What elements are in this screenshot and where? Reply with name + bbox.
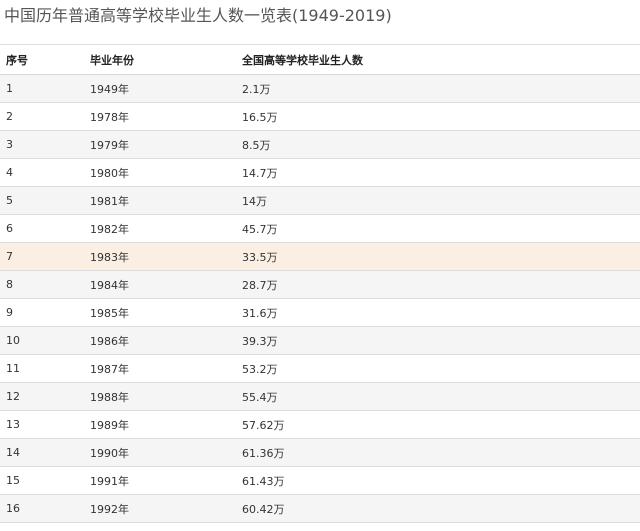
table-row: 15 1991年 61.43万 (0, 467, 640, 495)
cell-year: 1989年 (90, 418, 129, 432)
cell-count: 57.62万 (242, 418, 285, 432)
header-seq: 序号 (6, 53, 28, 67)
cell-year: 1983年 (90, 250, 129, 264)
cell-year: 1984年 (90, 278, 129, 292)
table-row: 2 1978年 16.5万 (0, 103, 640, 131)
table-row: 4 1980年 14.7万 (0, 159, 640, 187)
cell-count: 61.43万 (242, 474, 285, 488)
cell-seq: 3 (6, 138, 13, 151)
cell-year: 1988年 (90, 390, 129, 404)
page-title: 中国历年普通高等学校毕业生人数一览表(1949-2019) (4, 6, 392, 25)
cell-year: 1980年 (90, 166, 129, 180)
cell-seq: 15 (6, 474, 20, 487)
cell-count: 8.5万 (242, 138, 271, 152)
cell-seq: 11 (6, 362, 20, 375)
cell-count: 60.42万 (242, 502, 285, 516)
cell-count: 33.5万 (242, 250, 278, 264)
cell-year: 1992年 (90, 502, 129, 516)
cell-year: 1982年 (90, 222, 129, 236)
table-row: 10 1986年 39.3万 (0, 327, 640, 355)
graduates-table: 序号 毕业年份 全国高等学校毕业生人数 1 1949年 2.1万 2 1978年… (0, 44, 640, 523)
cell-year: 1985年 (90, 306, 129, 320)
cell-seq: 7 (6, 250, 13, 263)
cell-seq: 5 (6, 194, 13, 207)
table-row: 14 1990年 61.36万 (0, 439, 640, 467)
table-row: 1 1949年 2.1万 (0, 75, 640, 103)
table-row-highlighted: 7 1983年 33.5万 (0, 243, 640, 271)
cell-count: 61.36万 (242, 446, 285, 460)
table-row: 16 1992年 60.42万 (0, 495, 640, 523)
cell-seq: 2 (6, 110, 13, 123)
cell-count: 28.7万 (242, 278, 278, 292)
header-count: 全国高等学校毕业生人数 (242, 53, 363, 67)
cell-year: 1949年 (90, 82, 129, 96)
cell-count: 31.6万 (242, 306, 278, 320)
header-year: 毕业年份 (90, 53, 134, 67)
cell-seq: 12 (6, 390, 20, 403)
table-row: 11 1987年 53.2万 (0, 355, 640, 383)
cell-year: 1991年 (90, 474, 129, 488)
table-row: 13 1989年 57.62万 (0, 411, 640, 439)
cell-seq: 4 (6, 166, 13, 179)
table-row: 3 1979年 8.5万 (0, 131, 640, 159)
cell-year: 1986年 (90, 334, 129, 348)
cell-seq: 16 (6, 502, 20, 515)
cell-year: 1979年 (90, 138, 129, 152)
cell-seq: 10 (6, 334, 20, 347)
cell-count: 55.4万 (242, 390, 278, 404)
cell-year: 1978年 (90, 110, 129, 124)
cell-count: 14.7万 (242, 166, 278, 180)
cell-count: 14万 (242, 194, 267, 208)
cell-count: 39.3万 (242, 334, 278, 348)
cell-seq: 6 (6, 222, 13, 235)
cell-seq: 14 (6, 446, 20, 459)
table-row: 5 1981年 14万 (0, 187, 640, 215)
table-row: 6 1982年 45.7万 (0, 215, 640, 243)
cell-count: 45.7万 (242, 222, 278, 236)
cell-year: 1987年 (90, 362, 129, 376)
cell-seq: 9 (6, 306, 13, 319)
table-row: 12 1988年 55.4万 (0, 383, 640, 411)
table-row: 9 1985年 31.6万 (0, 299, 640, 327)
cell-year: 1981年 (90, 194, 129, 208)
table-header-row: 序号 毕业年份 全国高等学校毕业生人数 (0, 45, 640, 75)
cell-seq: 8 (6, 278, 13, 291)
cell-seq: 1 (6, 82, 13, 95)
table-row: 8 1984年 28.7万 (0, 271, 640, 299)
cell-count: 16.5万 (242, 110, 278, 124)
cell-count: 2.1万 (242, 82, 271, 96)
cell-seq: 13 (6, 418, 20, 431)
cell-year: 1990年 (90, 446, 129, 460)
cell-count: 53.2万 (242, 362, 278, 376)
